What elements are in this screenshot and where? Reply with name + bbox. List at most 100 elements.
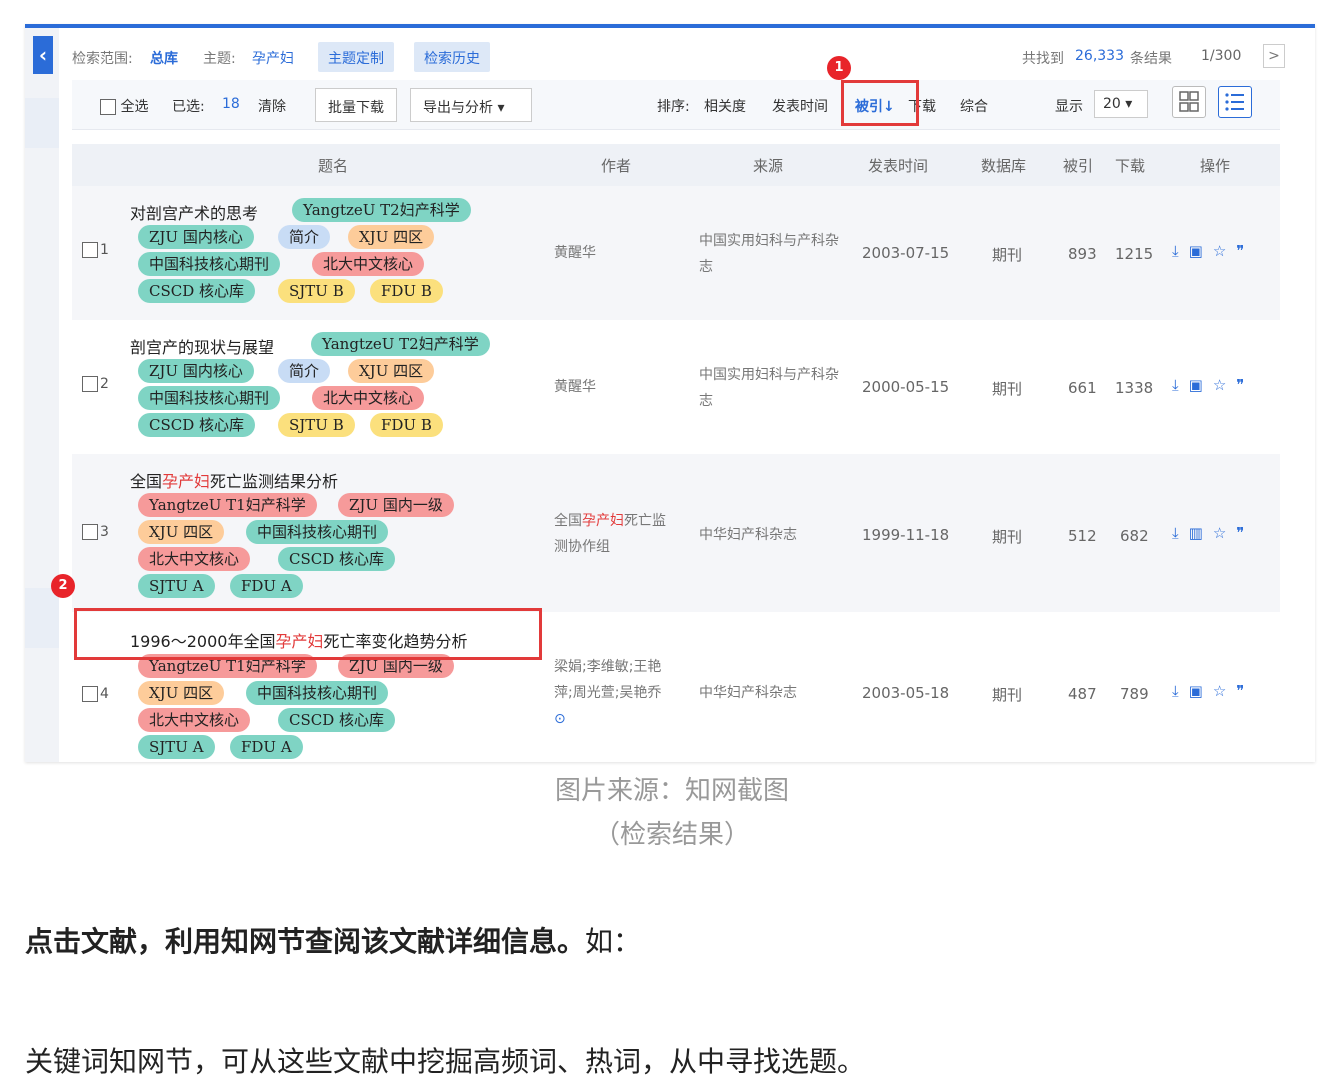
collapse-sidebar-button[interactable]: ‹ — [33, 36, 53, 74]
journal-tag: 中国科技核心期刊 — [138, 252, 281, 276]
download-icon[interactable]: ⤓ — [1172, 524, 1189, 542]
select-all-control[interactable]: 全选 — [100, 96, 148, 116]
page-size-select[interactable]: 20 ▾ — [1094, 90, 1148, 118]
source-link[interactable]: 中华妇产科杂志 — [699, 522, 797, 548]
sort-relevance[interactable]: 相关度 — [704, 96, 746, 116]
cite-icon[interactable]: ❞ — [1236, 242, 1254, 260]
result-title[interactable]: 剖宫产的现状与展望 — [130, 334, 274, 358]
favorite-star-icon[interactable]: ☆ — [1213, 242, 1236, 260]
journal-tag: XJU 四区 — [348, 359, 435, 383]
sort-overall[interactable]: 综合 — [960, 96, 988, 116]
display-label: 显示 — [1055, 99, 1083, 115]
cited-count[interactable]: 512 — [1068, 527, 1097, 545]
author-text: 萍;周光萱;吴艳乔 — [554, 685, 662, 701]
cite-icon[interactable]: ❞ — [1236, 524, 1254, 542]
cited-count[interactable]: 487 — [1068, 685, 1097, 703]
read-book-icon[interactable]: ▥ — [1189, 524, 1213, 542]
left-sidebar-strip: ‹ — [25, 28, 59, 762]
download-count: 682 — [1120, 527, 1149, 545]
author-link[interactable]: 黄醒华 — [554, 240, 596, 266]
image-caption: 图片来源：知网截图 — [554, 776, 789, 806]
grid-view-button[interactable] — [1172, 86, 1206, 118]
journal-tag: 北大中文核心 — [138, 547, 251, 571]
favorite-star-icon[interactable]: ☆ — [1213, 376, 1236, 394]
cite-icon[interactable]: ❞ — [1236, 376, 1254, 394]
row-number: 4 — [100, 686, 109, 702]
body-bold-text: 点击文献，利用知网节查阅该文献详细信息。 — [25, 925, 586, 958]
publish-date: 2000-05-15 — [862, 378, 950, 396]
row-checkbox[interactable] — [82, 242, 98, 258]
cited-count[interactable]: 893 — [1068, 245, 1097, 263]
select-all-checkbox[interactable] — [100, 99, 116, 115]
next-page-button[interactable]: > — [1263, 44, 1285, 68]
sort-label: 排序: — [657, 99, 690, 115]
journal-tag[interactable]: 简介 — [278, 225, 331, 249]
download-count: 789 — [1120, 685, 1149, 703]
body-paragraph: 关键词知网节，可从这些文献中挖掘高频词、热词，从中寻找选题。 — [25, 1045, 866, 1078]
search-history-button[interactable]: 检索历史 — [414, 42, 490, 72]
author-text: 死亡监 — [624, 513, 666, 529]
expand-authors-icon[interactable]: ⊙ — [554, 711, 566, 727]
scope-value[interactable]: 总库 — [150, 48, 178, 68]
journal-tag: 中国科技核心期刊 — [138, 386, 281, 410]
journal-tag: SJTU B — [278, 413, 355, 437]
publish-date: 2003-07-15 — [862, 244, 950, 262]
cite-icon[interactable]: ❞ — [1236, 682, 1254, 700]
journal-tag: SJTU A — [138, 574, 215, 598]
journal-tag: CSCD 核心库 — [278, 708, 396, 732]
html-read-icon[interactable]: ▣ — [1189, 242, 1213, 260]
row-select[interactable]: 1 — [82, 242, 109, 258]
row-select[interactable]: 3 — [82, 524, 109, 540]
result-title[interactable]: 全国孕产妇死亡监测结果分析 — [130, 468, 338, 492]
topic-customize-button[interactable]: 主题定制 — [318, 42, 394, 72]
row-number: 1 — [100, 242, 109, 258]
select-all-label: 全选 — [120, 99, 149, 115]
download-icon[interactable]: ⤓ — [1172, 242, 1189, 260]
source-link[interactable]: 中国实用妇科与产科杂志 — [699, 228, 839, 280]
author-link[interactable]: 黄醒华 — [554, 374, 596, 400]
download-icon[interactable]: ⤓ — [1172, 376, 1189, 394]
result-title[interactable]: 对剖宫产术的思考 — [130, 200, 258, 224]
source-link[interactable]: 中华妇产科杂志 — [699, 680, 797, 706]
favorite-star-icon[interactable]: ☆ — [1213, 682, 1236, 700]
batch-download-button[interactable]: 批量下载 — [315, 88, 397, 122]
author-link[interactable]: 全国孕产妇死亡监 测协作组 — [554, 508, 666, 560]
source-link[interactable]: 中国实用妇科与产科杂志 — [699, 362, 839, 414]
sort-publish-time[interactable]: 发表时间 — [772, 96, 828, 116]
annotation-box-title-4 — [74, 608, 542, 660]
clear-selection-link[interactable]: 清除 — [258, 96, 286, 116]
favorite-star-icon[interactable]: ☆ — [1213, 524, 1236, 542]
col-cited: 被引 — [1063, 157, 1094, 175]
row-checkbox[interactable] — [82, 524, 98, 540]
row-select[interactable]: 4 — [82, 686, 109, 702]
annotation-marker-2: 2 — [51, 574, 75, 598]
journal-tag[interactable]: 简介 — [278, 359, 331, 383]
database: 期刊 — [992, 686, 1023, 704]
screenshot-frame: ‹ 检索范围: 总库 主题: 孕产妇 主题定制 检索历史 共找到 26,333 … — [25, 24, 1315, 762]
row-select[interactable]: 2 — [82, 376, 109, 392]
author-link[interactable]: 梁娟;李维敏;王艳 萍;周光萱;吴艳乔 ⊙ — [554, 654, 661, 732]
title-text: 全国 — [130, 472, 163, 491]
journal-tag: SJTU A — [138, 735, 215, 759]
topic-value[interactable]: 孕产妇 — [252, 48, 294, 68]
html-read-icon[interactable]: ▣ — [1189, 376, 1213, 394]
list-view-button[interactable] — [1218, 86, 1252, 118]
export-analysis-dropdown[interactable]: 导出与分析 ▾ — [410, 88, 532, 122]
topic-label: 主题: — [203, 51, 236, 67]
result-toolbar: 全选 已选: 18 清除 批量下载 导出与分析 ▾ 排序: 相关度 发表时间 被… — [72, 80, 1280, 130]
col-operations: 操作 — [1200, 157, 1231, 175]
journal-tag: FDU B — [370, 413, 443, 437]
table-row: 1 对剖宫产术的思考 YangtzeU T2妇产科学 ZJU 国内核心 简介 X… — [72, 186, 1280, 320]
image-caption-sub: （检索结果） — [593, 820, 750, 850]
download-icon[interactable]: ⤓ — [1172, 682, 1189, 700]
selected-count: 18 — [222, 96, 240, 112]
author-text: 梁娟;李维敏;王艳 — [554, 659, 662, 675]
title-keyword-highlight: 孕产妇 — [162, 472, 211, 491]
html-read-icon[interactable]: ▣ — [1189, 682, 1213, 700]
row-checkbox[interactable] — [82, 686, 98, 702]
cited-count[interactable]: 661 — [1068, 379, 1097, 397]
selected-label: 已选: — [172, 99, 205, 115]
row-operations: ⤓▣☆❞ — [1172, 376, 1254, 394]
database: 期刊 — [992, 380, 1023, 398]
row-checkbox[interactable] — [82, 376, 98, 392]
